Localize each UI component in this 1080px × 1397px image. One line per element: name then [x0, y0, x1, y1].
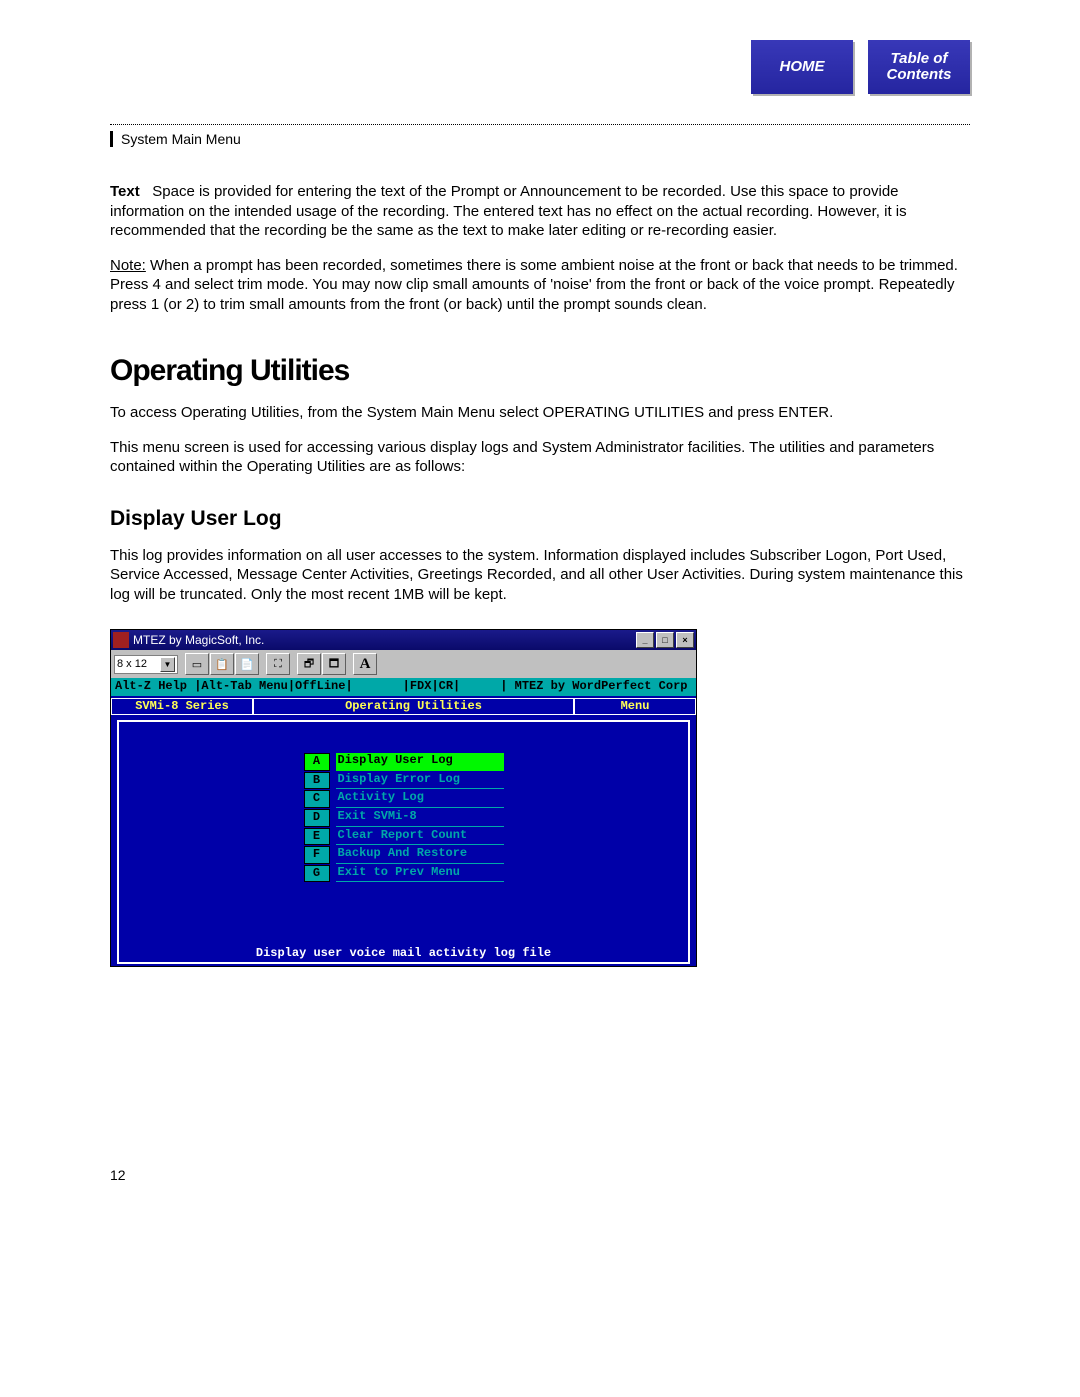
text-label: Text: [110, 183, 140, 200]
menu-key: B: [304, 772, 330, 790]
note-paragraph: Note: When a prompt has been recorded, s…: [110, 256, 970, 315]
home-button[interactable]: HOME: [751, 40, 853, 94]
font-size-value: 8 x 12: [117, 658, 147, 670]
font-size-select[interactable]: 8 x 12 ▼: [114, 655, 178, 674]
menu-item-b[interactable]: B Display Error Log: [304, 772, 504, 790]
dropdown-arrow-icon: ▼: [160, 657, 175, 672]
status-left: Alt-Z Help |Alt-Tab Menu|OffLine|: [115, 679, 353, 695]
menu-item-f[interactable]: F Backup And Restore: [304, 846, 504, 864]
toolbar-btn-6[interactable]: 🗖: [322, 653, 346, 675]
para-user-log: This log provides information on all use…: [110, 546, 970, 605]
menu-label: Activity Log: [336, 790, 504, 808]
text-paragraph: Text Space is provided for entering the …: [110, 182, 970, 241]
menu-item-d[interactable]: D Exit SVMi-8: [304, 809, 504, 827]
toolbar-btn-5[interactable]: 🗗: [297, 653, 321, 675]
toc-button[interactable]: Table of Contents: [868, 40, 970, 94]
status-right: | MTEZ by WordPerfect Corp: [500, 679, 687, 695]
section-label: System Main Menu: [110, 131, 970, 147]
menu-key: A: [304, 753, 330, 771]
menu-label: Display User Log: [336, 753, 504, 771]
page-number: 12: [110, 1167, 970, 1183]
divider: [110, 124, 970, 125]
menu-label: Backup And Restore: [336, 846, 504, 864]
toolbar-btn-1[interactable]: ▭: [185, 653, 209, 675]
dos-menu: A Display User Log B Display Error Log C Acti…: [304, 753, 504, 882]
top-nav: HOME Table of Contents: [110, 40, 970, 94]
note-label: Note:: [110, 257, 146, 274]
minimize-button[interactable]: _: [636, 632, 654, 648]
maximize-button[interactable]: □: [656, 632, 674, 648]
status-mid: |FDX|CR|: [403, 679, 461, 695]
menu-item-c[interactable]: C Activity Log: [304, 790, 504, 808]
menu-key: G: [304, 865, 330, 883]
dos-footer: Display user voice mail activity log fil…: [111, 946, 696, 962]
menu-key: E: [304, 828, 330, 846]
menu-key: D: [304, 809, 330, 827]
dos-header: SVMi-8 Series Operating Utilities Menu: [111, 698, 696, 716]
menu-item-e[interactable]: E Clear Report Count: [304, 828, 504, 846]
text-body: Space is provided for entering the text …: [110, 183, 907, 239]
dos-header-left: SVMi-8 Series: [111, 698, 253, 716]
toolbar-paste-icon[interactable]: 📄: [235, 653, 259, 675]
note-body: When a prompt has been recorded, sometim…: [110, 257, 958, 313]
heading-operating-utilities: Operating Utilities: [110, 354, 970, 388]
menu-key: C: [304, 790, 330, 808]
menu-label: Display Error Log: [336, 772, 504, 790]
menu-item-a[interactable]: A Display User Log: [304, 753, 504, 771]
menu-key: F: [304, 846, 330, 864]
toolbar-copy-icon[interactable]: 📋: [210, 653, 234, 675]
close-button[interactable]: ×: [676, 632, 694, 648]
menu-item-g[interactable]: G Exit to Prev Menu: [304, 865, 504, 883]
para-access: To access Operating Utilities, from the …: [110, 403, 970, 423]
toolbar-font-icon[interactable]: A: [353, 653, 377, 675]
terminal-window: MTEZ by MagicSoft, Inc. _ □ × 8 x 12 ▼ ▭…: [110, 629, 697, 967]
app-icon: [113, 632, 129, 648]
titlebar-text: MTEZ by MagicSoft, Inc.: [133, 633, 634, 647]
dos-header-center: Operating Utilities: [253, 698, 574, 716]
toolbar-btn-4[interactable]: ⛶: [266, 653, 290, 675]
dos-screen: Alt-Z Help |Alt-Tab Menu|OffLine| |FDX|C…: [111, 678, 696, 966]
toolbar: 8 x 12 ▼ ▭ 📋 📄 ⛶ 🗗 🗖 A: [111, 650, 696, 678]
dos-statusbar: Alt-Z Help |Alt-Tab Menu|OffLine| |FDX|C…: [111, 678, 696, 696]
para-menu-desc: This menu screen is used for accessing v…: [110, 438, 970, 477]
menu-label: Clear Report Count: [336, 828, 504, 846]
heading-display-user-log: Display User Log: [110, 507, 970, 531]
dos-header-right: Menu: [574, 698, 696, 716]
titlebar: MTEZ by MagicSoft, Inc. _ □ ×: [111, 630, 696, 650]
menu-label: Exit SVMi-8: [336, 809, 504, 827]
menu-label: Exit to Prev Menu: [336, 865, 504, 883]
